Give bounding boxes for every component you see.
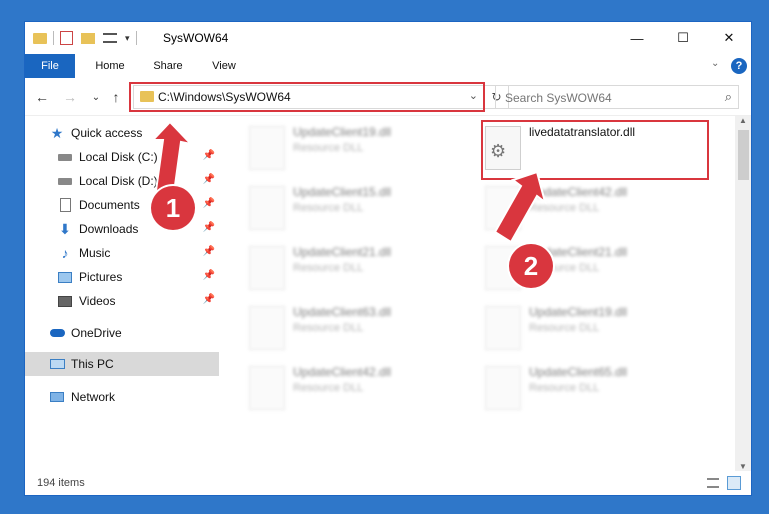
dll-file-icon <box>249 306 285 350</box>
dll-file-icon <box>485 186 521 230</box>
close-button[interactable]: ✕ <box>706 22 751 54</box>
cloud-icon <box>49 325 65 341</box>
sidebar-item-local-disk-c[interactable]: Local Disk (C:) 📌 <box>25 146 219 168</box>
window-title: SysWOW64 <box>163 31 229 45</box>
pin-icon[interactable]: 📌 <box>203 270 215 281</box>
properties-icon[interactable] <box>60 31 73 45</box>
file-highlight <box>481 120 709 180</box>
sidebar-item-music[interactable]: ♪ Music 📌 <box>25 242 219 264</box>
file-item[interactable]: UpdateClient21.dll Resource DLL <box>249 244 479 296</box>
computer-icon <box>49 356 65 372</box>
scroll-up-icon[interactable]: ▲ <box>739 116 747 125</box>
sidebar-item-pictures[interactable]: Pictures 📌 <box>25 266 219 288</box>
item-count: 194 items <box>37 477 85 489</box>
recent-locations-icon[interactable]: ⌄ <box>87 88 105 106</box>
details-view-icon[interactable] <box>707 478 719 488</box>
pin-icon[interactable]: 📌 <box>203 174 215 185</box>
drive-icon <box>57 173 73 189</box>
status-bar: 194 items <box>25 471 751 495</box>
dll-file-icon <box>485 366 521 410</box>
pin-icon[interactable]: 📌 <box>203 150 215 161</box>
help-button[interactable]: ? <box>731 58 747 74</box>
file-item[interactable]: UpdateClient42.dll Resource DLL <box>485 184 715 236</box>
sidebar-item-this-pc[interactable]: This PC <box>25 352 219 376</box>
file-item[interactable]: UpdateClient19.dll Resource DLL <box>485 304 715 356</box>
step-1-badge: 1 <box>151 186 195 230</box>
up-button[interactable]: ↑ <box>107 88 125 106</box>
tab-home[interactable]: Home <box>85 54 135 78</box>
tab-share[interactable]: Share <box>143 54 193 78</box>
dll-file-icon <box>249 246 285 290</box>
network-icon <box>49 389 65 405</box>
pictures-icon <box>57 269 73 285</box>
pin-icon[interactable]: 📌 <box>203 246 215 257</box>
sidebar-item-local-disk-d[interactable]: Local Disk (D:) 📌 <box>25 170 219 192</box>
folder-icon[interactable] <box>33 32 47 44</box>
view-options-icon[interactable] <box>103 33 117 43</box>
sidebar-item-onedrive[interactable]: OneDrive <box>25 322 219 344</box>
videos-icon <box>57 293 73 309</box>
star-icon: ★ <box>50 124 64 141</box>
download-icon: ⬇ <box>59 220 71 237</box>
scrollbar-thumb[interactable] <box>738 130 749 180</box>
file-explorer-window: ▾ SysWOW64 — ☐ ✕ File Home Share View ⌄ … <box>24 21 752 496</box>
tab-view[interactable]: View <box>199 54 249 78</box>
back-button[interactable]: ← <box>33 88 51 106</box>
drive-icon <box>57 149 73 165</box>
documents-icon <box>57 197 73 213</box>
search-icon[interactable]: ⌕ <box>725 89 732 105</box>
pin-icon[interactable]: 📌 <box>203 222 215 233</box>
new-folder-icon[interactable] <box>81 32 95 44</box>
search-input[interactable]: Search SysWOW64 <box>505 91 612 105</box>
dll-file-icon <box>249 126 285 170</box>
ribbon-tabs: File Home Share View ⌄ ? <box>25 54 751 78</box>
title-bar: ▾ SysWOW64 — ☐ ✕ <box>25 22 751 54</box>
navigation-pane: ★ Quick access Local Disk (C:) 📌 Local D… <box>25 116 219 471</box>
file-item[interactable]: UpdateClient42.dll Resource DLL <box>249 364 479 416</box>
pin-icon[interactable]: 📌 <box>203 294 215 305</box>
file-item[interactable]: UpdateClient15.dll Resource DLL <box>249 184 479 236</box>
quick-access-toolbar: ▾ <box>33 30 143 46</box>
tab-file[interactable]: File <box>25 54 75 78</box>
dll-file-icon <box>485 306 521 350</box>
dll-file-icon <box>249 366 285 410</box>
pin-icon[interactable]: 📌 <box>203 198 215 209</box>
file-item[interactable]: UpdateClient65.dll Resource DLL <box>485 364 715 416</box>
scroll-down-icon[interactable]: ▼ <box>739 462 747 471</box>
forward-button[interactable]: → <box>61 88 79 106</box>
sidebar-item-network[interactable]: Network <box>25 386 219 408</box>
file-item[interactable]: UpdateClient19.dll Resource DLL <box>249 124 479 176</box>
customize-dropdown-icon[interactable]: ▾ <box>125 33 130 44</box>
expand-ribbon-icon[interactable]: ⌄ <box>711 58 719 69</box>
music-icon: ♪ <box>61 245 69 261</box>
large-icons-view-icon[interactable] <box>727 476 741 490</box>
sidebar-item-quick-access[interactable]: ★ Quick access <box>25 122 219 144</box>
step-2-badge: 2 <box>509 244 553 288</box>
vertical-scrollbar[interactable]: ▲ ▼ <box>735 116 751 471</box>
file-item[interactable]: UpdateClient63.dll Resource DLL <box>249 304 479 356</box>
maximize-button[interactable]: ☐ <box>660 22 706 54</box>
dll-file-icon <box>249 186 285 230</box>
search-box[interactable]: Search SysWOW64 ⌕ <box>495 85 739 109</box>
address-bar-highlight <box>129 82 485 112</box>
minimize-button[interactable]: — <box>614 22 660 54</box>
sidebar-item-videos[interactable]: Videos 📌 <box>25 290 219 312</box>
